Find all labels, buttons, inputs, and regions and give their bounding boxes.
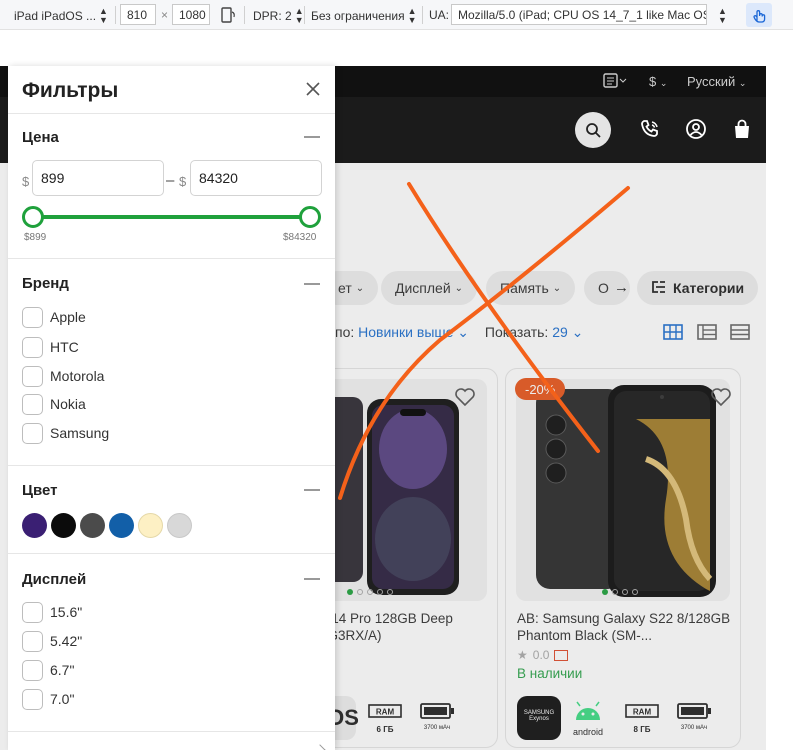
price-range-track[interactable] xyxy=(32,215,310,219)
display-option[interactable]: 15.6" xyxy=(22,601,82,623)
display-option[interactable]: 5.42" xyxy=(22,630,82,652)
option-label: Samsung xyxy=(50,425,110,441)
option-label: Nokia xyxy=(50,396,86,412)
phone-icon[interactable] xyxy=(636,115,664,143)
color-swatch[interactable] xyxy=(80,513,105,538)
language-select[interactable]: Русский ⌄ xyxy=(687,74,746,89)
checkbox[interactable] xyxy=(22,365,43,387)
collapse-icon[interactable] xyxy=(304,489,320,491)
divider xyxy=(304,6,305,24)
section-title: Бренд xyxy=(22,275,69,292)
display-option[interactable]: 7.0" xyxy=(22,688,74,710)
width-input[interactable]: 810 xyxy=(120,4,156,25)
rotate-icon[interactable] xyxy=(219,6,237,27)
height-input[interactable]: 1080 xyxy=(172,4,210,25)
price-min-input[interactable]: 899 xyxy=(32,160,164,196)
section-title: Дисплей xyxy=(22,571,87,588)
currency-label: $ xyxy=(649,74,657,89)
ua-input[interactable]: Mozilla/5.0 (iPad; CPU OS 14_7_1 like Ma… xyxy=(451,4,707,25)
dpr-select[interactable]: DPR: 2 ▲ ▼ xyxy=(253,7,304,25)
checkbox[interactable] xyxy=(22,601,43,623)
color-swatch[interactable] xyxy=(51,513,76,538)
divider xyxy=(115,6,116,24)
currency-select[interactable]: $ ⌄ xyxy=(649,74,667,89)
collapse-icon[interactable] xyxy=(304,578,320,580)
price-max-handle[interactable] xyxy=(299,206,321,228)
divider xyxy=(422,6,423,24)
checkbox[interactable] xyxy=(22,393,43,415)
brand-option[interactable]: Apple xyxy=(22,306,86,328)
collapse-icon[interactable] xyxy=(304,283,320,285)
account-icon[interactable] xyxy=(682,115,710,143)
option-label: Motorola xyxy=(50,368,105,384)
touch-icon[interactable] xyxy=(746,3,772,27)
throttling-label: Без ограничения xyxy=(311,9,405,23)
brand-option[interactable]: Samsung xyxy=(22,422,109,444)
chevron-down-icon: ⌄ xyxy=(659,78,668,88)
compare-list-icon[interactable] xyxy=(603,73,627,92)
price-max-input[interactable]: 84320 xyxy=(190,160,322,196)
divider xyxy=(244,6,245,24)
option-label: 6.7" xyxy=(50,662,75,678)
select-arrows-icon: ▲ ▼ xyxy=(407,6,417,25)
brand-option[interactable]: HTC xyxy=(22,336,79,358)
select-arrows-icon[interactable]: ▲ ▼ xyxy=(718,7,727,25)
price-min-handle[interactable] xyxy=(22,206,44,228)
color-swatch[interactable] xyxy=(167,513,192,538)
filter-panel: Фильтры Цена $ 899 – $ 84320 $899 $84320… xyxy=(8,66,335,750)
color-swatch[interactable] xyxy=(109,513,134,538)
color-swatch[interactable] xyxy=(138,513,163,538)
device-select[interactable]: iPad iPadOS ... ▲ ▼ xyxy=(14,7,108,25)
brand-option[interactable]: Nokia xyxy=(22,393,86,415)
brand-option[interactable]: Motorola xyxy=(22,365,104,387)
select-arrows-icon: ▲ ▼ xyxy=(294,6,304,25)
dpr-label: DPR: 2 xyxy=(253,9,292,23)
checkbox[interactable] xyxy=(22,688,43,710)
currency-symbol: $ xyxy=(179,174,187,189)
option-label: 5.42" xyxy=(50,633,83,649)
section-title: Цвет xyxy=(22,482,58,499)
search-icon[interactable] xyxy=(575,112,611,148)
filter-panel-header: Фильтры xyxy=(8,66,335,114)
currency-symbol: $ xyxy=(22,174,30,189)
option-label: 7.0" xyxy=(50,691,75,707)
close-icon[interactable] xyxy=(304,80,322,98)
checkbox[interactable] xyxy=(22,422,43,444)
language-label: Русский xyxy=(687,74,736,89)
section-title: Цена xyxy=(22,129,59,146)
price-max-label: $84320 xyxy=(283,232,317,243)
checkbox[interactable] xyxy=(22,306,43,328)
display-option[interactable]: 6.7" xyxy=(22,659,74,681)
collapse-icon[interactable] xyxy=(304,136,320,138)
price-min-label: $899 xyxy=(24,232,47,243)
range-dash: – xyxy=(166,172,175,189)
option-label: Apple xyxy=(50,309,86,325)
chevron-down-icon: ⌄ xyxy=(738,78,747,88)
option-label: HTC xyxy=(50,339,79,355)
color-section: Цвет xyxy=(8,466,335,554)
devtools-toolbar: iPad iPadOS ... ▲ ▼ 810 × 1080 DPR: 2 ▲ ▼ … xyxy=(0,0,793,30)
panel-title: Фильтры xyxy=(22,79,119,102)
device-name: iPad iPadOS ... xyxy=(14,9,97,23)
select-arrows-icon: ▲ ▼ xyxy=(99,6,108,25)
color-swatch[interactable] xyxy=(22,513,47,538)
checkbox[interactable] xyxy=(22,336,43,358)
option-label: 15.6" xyxy=(50,604,83,620)
cart-icon[interactable] xyxy=(728,115,756,143)
ua-label: UA: xyxy=(429,8,450,22)
checkbox[interactable] xyxy=(22,630,43,652)
checkbox[interactable] xyxy=(22,659,43,681)
throttling-select[interactable]: Без ограничения ▲ ▼ xyxy=(311,7,417,25)
times-sign: × xyxy=(161,8,169,22)
chevron-right-icon[interactable] xyxy=(314,744,326,750)
